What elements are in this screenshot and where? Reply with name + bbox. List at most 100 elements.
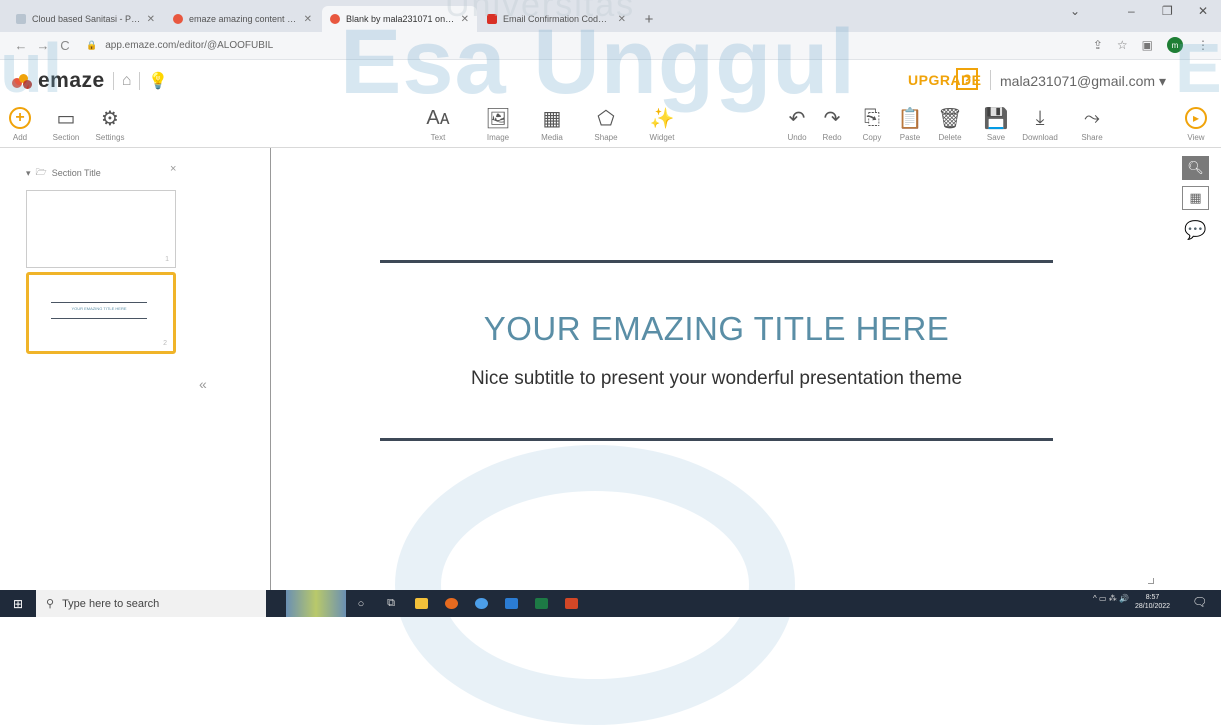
film-icon: ▦ — [542, 107, 562, 130]
grid-button[interactable]: ▦ — [1182, 186, 1209, 210]
browser-tab-4[interactable]: Email Confirmation Code - mala ✕ — [479, 6, 634, 32]
slide-bottom-line[interactable] — [380, 438, 1053, 441]
editor-toolbar: + Add ▭ Section ⚙ Settings Aᴀ Text 🖼 Ima… — [0, 102, 1221, 148]
widget-tool[interactable]: ✨ Widget — [640, 104, 684, 143]
bookmark-star-icon[interactable]: ☆ — [1117, 38, 1128, 52]
browser-menu-icon[interactable]: ⋮ — [1197, 38, 1209, 52]
collapse-panel-icon[interactable]: « — [199, 376, 207, 392]
image-tool[interactable]: 🖼 Image — [476, 104, 520, 143]
header-divider — [112, 72, 114, 90]
save-button[interactable]: 💾 Save — [974, 104, 1018, 143]
browser-tab-2[interactable]: emaze amazing content in minu ✕ — [165, 6, 320, 32]
download-button[interactable]: ⤓ Download — [1018, 104, 1062, 143]
chat-icon: 💬 — [1184, 219, 1207, 240]
download-icon: ⤓ — [1035, 106, 1045, 129]
settings-button[interactable]: ⚙ Settings — [88, 104, 132, 143]
shape-tool[interactable]: ⬠ Shape — [584, 104, 628, 143]
add-button[interactable]: + Add — [0, 104, 42, 142]
section-button[interactable]: ▭ Section — [44, 104, 88, 143]
firefox-icon[interactable] — [436, 590, 466, 617]
canvas-corner — [1148, 578, 1154, 584]
back-icon[interactable]: ← — [10, 38, 32, 53]
share-page-icon[interactable]: ⇪ — [1093, 38, 1103, 52]
download-label: Download — [1022, 133, 1058, 142]
slide-subtitle[interactable]: Nice subtitle to present your wonderful … — [380, 368, 1053, 390]
grid-icon: ▦ — [1189, 190, 1202, 205]
powerpoint-icon[interactable] — [556, 590, 586, 617]
view-button[interactable]: ▸ View — [1174, 104, 1218, 142]
windows-start-icon[interactable]: ⊞ — [0, 590, 36, 617]
new-tab-button[interactable]: + — [636, 6, 662, 32]
tab-favicon-icon — [16, 14, 26, 24]
cortana-icon[interactable]: ○ — [346, 590, 376, 617]
paste-button[interactable]: 📋 Paste — [888, 104, 932, 143]
comments-button[interactable]: 💬 — [1182, 218, 1209, 242]
zoom-icon: 🔍︎ — [1187, 160, 1204, 175]
forward-icon[interactable]: → — [32, 38, 54, 53]
search-icon: ⚲ — [46, 598, 55, 610]
slide-top-line[interactable] — [380, 260, 1053, 263]
close-tab-icon[interactable]: ✕ — [147, 14, 155, 25]
restore-icon[interactable]: ❐ — [1162, 4, 1173, 18]
shape-label: Shape — [594, 133, 618, 142]
close-tab-icon[interactable]: ✕ — [304, 14, 312, 25]
media-tool[interactable]: ▦ Media — [530, 104, 574, 143]
thumb-line — [51, 318, 147, 319]
notification-icon[interactable]: 🗨 — [1192, 595, 1207, 609]
close-window-icon[interactable]: ✕ — [1198, 4, 1208, 18]
tab-label: Email Confirmation Code - mala — [503, 14, 612, 24]
view-label: View — [1187, 133, 1205, 142]
browser-tab-bar: Cloud based Sanitasi - Pencil ✕ emaze am… — [0, 0, 1221, 32]
home-icon[interactable]: ⌂ — [122, 72, 132, 90]
profile-avatar[interactable]: m — [1167, 37, 1183, 53]
image-label: Image — [486, 133, 510, 142]
side-panel-icon[interactable]: ▣ — [1142, 38, 1153, 52]
help-button[interactable]: ? — [956, 68, 978, 90]
undo-icon: ↶ — [788, 107, 806, 130]
pentagon-icon: ⬠ — [597, 107, 615, 130]
trash-icon: 🗑 — [937, 107, 963, 130]
save-icon: 💾 — [983, 107, 1009, 130]
close-section-icon[interactable]: × — [170, 163, 176, 175]
lightbulb-icon[interactable]: 💡 — [148, 71, 168, 91]
close-tab-icon[interactable]: ✕ — [618, 14, 626, 25]
zoom-button[interactable]: 🔍︎ — [1182, 156, 1209, 180]
share-button[interactable]: ⤳ Share — [1070, 104, 1114, 143]
text-label: Text — [430, 133, 446, 142]
file-explorer-icon[interactable] — [406, 590, 436, 617]
system-tray[interactable]: ^ ▭ ⁂ 🔊 — [1093, 594, 1129, 603]
taskbar-clock[interactable]: 8:57 28/10/2022 — [1135, 593, 1170, 611]
taskbar-search[interactable]: ⚲ Type here to search — [36, 590, 266, 617]
chrome-icon[interactable] — [466, 590, 496, 617]
section-header[interactable]: ▾ 🗁 Section Title — [26, 165, 101, 181]
user-account-menu[interactable]: mala231071@gmail.com ▾ — [1000, 73, 1166, 90]
url-field[interactable]: 🔒 app.emaze.com/editor/@ALOOFUBIL — [86, 40, 273, 51]
minimize-icon[interactable]: – — [1128, 4, 1135, 18]
slide-title[interactable]: YOUR EMAZING TITLE HERE — [380, 310, 1053, 348]
clock-time: 8:57 — [1145, 594, 1160, 601]
folder-icon: ▭ — [56, 107, 76, 130]
save-label: Save — [986, 133, 1006, 142]
task-view-icon[interactable]: ⧉ — [376, 590, 406, 617]
magic-wand-icon: ✨ — [649, 107, 675, 130]
reload-icon[interactable]: C — [54, 38, 76, 53]
slide-thumbnail-1[interactable]: 1 — [26, 190, 176, 268]
settings-label: Settings — [95, 133, 125, 142]
collapse-section-icon[interactable]: ▾ — [26, 168, 31, 179]
redo-button[interactable]: ↷ Redo — [810, 104, 854, 143]
tab-search-icon[interactable]: ⌄ — [1070, 4, 1080, 18]
close-tab-icon[interactable]: ✕ — [461, 14, 469, 25]
text-tool[interactable]: Aᴀ Text — [416, 104, 460, 143]
weather-widget[interactable] — [286, 590, 346, 617]
lock-icon: 🔒 — [86, 40, 98, 50]
header-divider — [139, 72, 141, 90]
slides-panel: ▾ 🗁 Section Title × 1 YOUR EMAZING TITLE… — [0, 148, 270, 590]
word-icon[interactable] — [496, 590, 526, 617]
browser-tab-3[interactable]: Blank by mala231071 on emaze ✕ — [322, 6, 477, 32]
emaze-logo[interactable]: emaze — [38, 69, 105, 93]
header-divider — [990, 70, 991, 90]
slide-thumbnail-2[interactable]: YOUR EMAZING TITLE HERE 2 — [26, 272, 176, 354]
browser-tab-1[interactable]: Cloud based Sanitasi - Pencil ✕ — [8, 6, 163, 32]
excel-icon[interactable] — [526, 590, 556, 617]
delete-button[interactable]: 🗑 Delete — [928, 104, 972, 143]
